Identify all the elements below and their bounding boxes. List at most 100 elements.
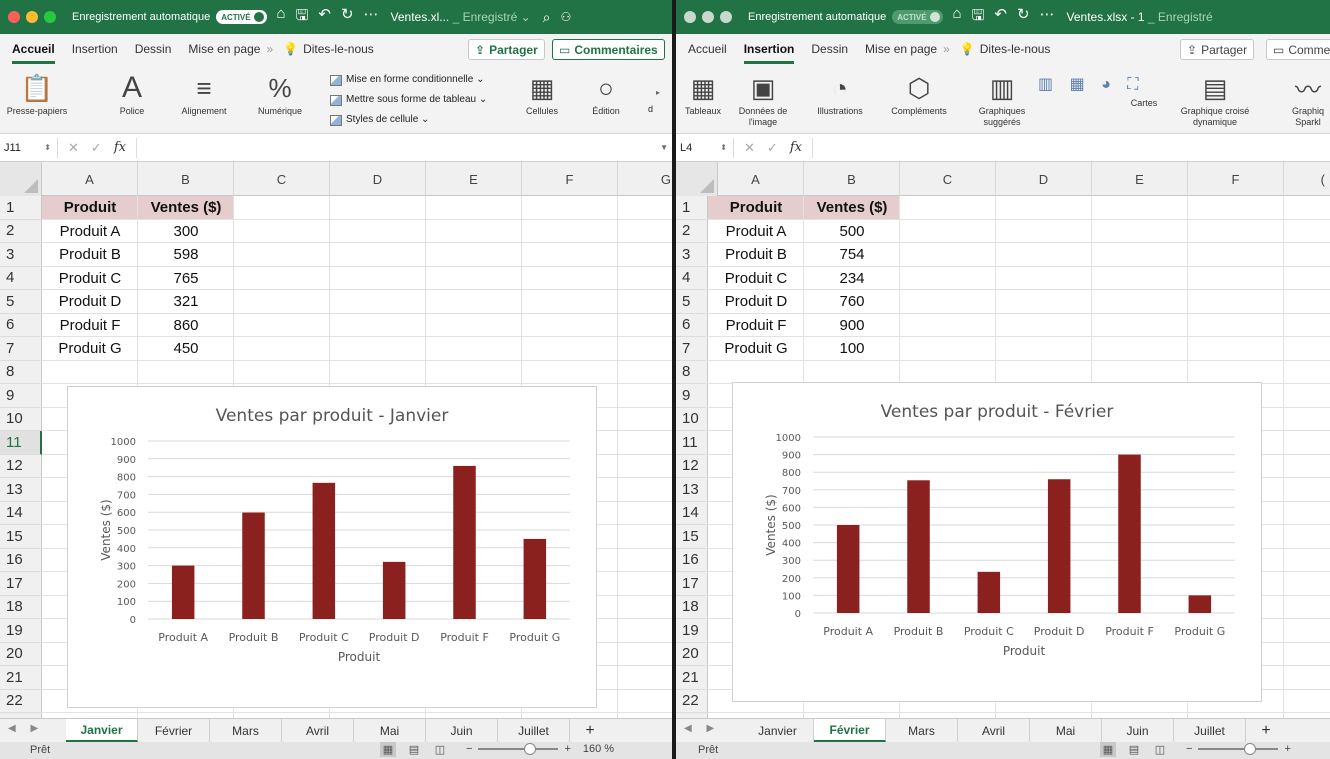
- more-icon[interactable]: ⋯: [1040, 5, 1055, 30]
- cell-sales[interactable]: 100: [804, 337, 900, 361]
- formula-input[interactable]: [135, 137, 660, 158]
- row-header[interactable]: 19: [0, 619, 42, 643]
- cell-sales[interactable]: 234: [804, 267, 900, 291]
- column-header-d[interactable]: D: [330, 162, 426, 196]
- bar[interactable]: [836, 525, 860, 613]
- bar[interactable]: [312, 482, 336, 619]
- undo-icon[interactable]: ↶: [318, 5, 331, 30]
- comments-button[interactable]: ▭ Comme: [1266, 39, 1330, 60]
- sheet-tab[interactable]: Avril: [958, 719, 1030, 742]
- zoom-knob[interactable]: [1244, 743, 1257, 755]
- select-all-corner[interactable]: [0, 162, 42, 196]
- cell-sales[interactable]: 760: [804, 290, 900, 314]
- zoom-knob[interactable]: [524, 743, 537, 755]
- cells-group[interactable]: ▦ Cellules: [520, 70, 564, 117]
- cell-product[interactable]: Produit B: [42, 243, 138, 267]
- sparklines-group[interactable]: 〰 Graphiq Sparkl: [1288, 70, 1328, 128]
- column-header-c[interactable]: C: [234, 162, 330, 196]
- function-icon[interactable]: fx: [790, 140, 802, 156]
- tell-me-search[interactable]: 💡 Dites-le-nous: [960, 42, 1051, 56]
- page-layout-icon[interactable]: ▤: [406, 742, 422, 757]
- cell-product[interactable]: Produit D: [708, 290, 804, 314]
- cell-product[interactable]: Produit F: [42, 314, 138, 338]
- zoom-in-icon[interactable]: +: [1284, 743, 1290, 755]
- row-header[interactable]: 1: [0, 196, 42, 220]
- confirm-icon[interactable]: ✓: [767, 140, 778, 156]
- illustrations-group[interactable]: ◔ Illustrations: [810, 70, 870, 117]
- function-icon[interactable]: fx: [114, 140, 126, 156]
- sheet-tab[interactable]: Janvier: [66, 719, 138, 742]
- row-header[interactable]: 18: [0, 596, 42, 619]
- row-header[interactable]: 12: [0, 455, 42, 478]
- sheet-nav-icon[interactable]: ◀ ▶: [684, 723, 720, 734]
- ribbon-scroll-icon[interactable]: ▸: [656, 88, 660, 97]
- page-layout-icon[interactable]: ▤: [1126, 742, 1142, 757]
- zoom-out-icon[interactable]: −: [466, 743, 472, 755]
- sheet-tab[interactable]: Mars: [886, 719, 958, 742]
- row-header[interactable]: 14: [0, 502, 42, 525]
- cell-product[interactable]: Produit C: [708, 267, 804, 291]
- name-box[interactable]: L4 ⬍: [676, 137, 734, 158]
- row-header[interactable]: 3: [676, 243, 708, 267]
- bar[interactable]: [977, 571, 1001, 613]
- row-header[interactable]: 8: [0, 361, 42, 384]
- sheet-tab[interactable]: Avril: [282, 719, 354, 742]
- save-icon[interactable]: 🖫: [972, 5, 985, 30]
- cell-sales[interactable]: 765: [138, 267, 234, 291]
- zoom-window-button[interactable]: [720, 11, 732, 23]
- row-header[interactable]: 14: [676, 502, 708, 525]
- sheet-tab[interactable]: Janvier: [742, 719, 814, 742]
- row-header[interactable]: 6: [676, 314, 708, 337]
- bar[interactable]: [453, 465, 476, 619]
- bar[interactable]: [907, 480, 930, 613]
- column-header-b[interactable]: B: [804, 162, 900, 196]
- cell-product[interactable]: Produit C: [42, 267, 138, 291]
- cell-product[interactable]: Produit G: [708, 337, 804, 361]
- addins-group[interactable]: ⬡ Compléments: [884, 70, 954, 117]
- bar[interactable]: [1118, 454, 1141, 613]
- column-header-d[interactable]: D: [996, 162, 1092, 196]
- header-cell-ventes[interactable]: Ventes ($): [804, 196, 900, 220]
- row-header[interactable]: 16: [676, 549, 708, 572]
- suggested-charts-group[interactable]: ▥ Graphiques suggérés: [972, 70, 1032, 128]
- close-window-button[interactable]: [8, 11, 20, 23]
- sheet-tab[interactable]: Mars: [210, 719, 282, 742]
- row-header[interactable]: 17: [0, 572, 42, 596]
- sheet-tab[interactable]: Juillet: [498, 719, 570, 742]
- normal-view-icon[interactable]: ▦: [1100, 742, 1116, 757]
- search-icon[interactable]: ⌕: [543, 9, 551, 26]
- formula-input[interactable]: [811, 137, 1330, 158]
- cell-sales[interactable]: 598: [138, 243, 234, 267]
- row-header[interactable]: 17: [676, 572, 708, 596]
- home-icon[interactable]: ⌂: [953, 5, 962, 30]
- tables-group[interactable]: ▦ Tableaux: [680, 70, 726, 117]
- confirm-icon[interactable]: ✓: [91, 140, 102, 156]
- tab-mise-en-page[interactable]: Mise en page: [188, 42, 260, 56]
- cell-sales[interactable]: 500: [804, 220, 900, 244]
- column-header-g[interactable]: (: [1284, 162, 1330, 196]
- header-cell-produit[interactable]: Produit: [708, 196, 804, 220]
- cell-sales[interactable]: 900: [804, 314, 900, 338]
- zoom-slider[interactable]: [1198, 743, 1279, 755]
- row-header[interactable]: 15: [676, 525, 708, 549]
- row-header[interactable]: 22: [0, 690, 42, 713]
- row-header[interactable]: 7: [0, 337, 42, 361]
- normal-view-icon[interactable]: ▦: [380, 742, 396, 757]
- redo-icon[interactable]: ↻: [341, 5, 354, 30]
- document-title[interactable]: Ventes.xl... _ Enregistré ⌄: [391, 10, 531, 24]
- row-header[interactable]: 4: [676, 267, 708, 290]
- column-header-f[interactable]: F: [522, 162, 618, 196]
- header-cell-ventes[interactable]: Ventes ($): [138, 196, 234, 220]
- page-break-icon[interactable]: ◫: [432, 742, 448, 757]
- tab-accueil[interactable]: Accueil: [12, 42, 55, 64]
- minimize-window-button[interactable]: [26, 11, 38, 23]
- row-header[interactable]: 5: [0, 290, 42, 314]
- sheet-tab[interactable]: Juillet: [1174, 719, 1246, 742]
- sheet-tab[interactable]: Février: [138, 719, 210, 742]
- cond-format-button[interactable]: Mise en forme conditionnelle ⌄: [330, 70, 487, 90]
- autosave-toggle[interactable]: ACTIVÉ: [216, 10, 267, 24]
- pivot-chart-group[interactable]: ▤ Graphique croisé dynamique: [1170, 70, 1260, 128]
- cell-styles-button[interactable]: Styles de cellule ⌄: [330, 110, 487, 130]
- comments-button[interactable]: ▭ Commentaires: [552, 39, 665, 60]
- sheet-tab[interactable]: Mai: [1030, 719, 1102, 742]
